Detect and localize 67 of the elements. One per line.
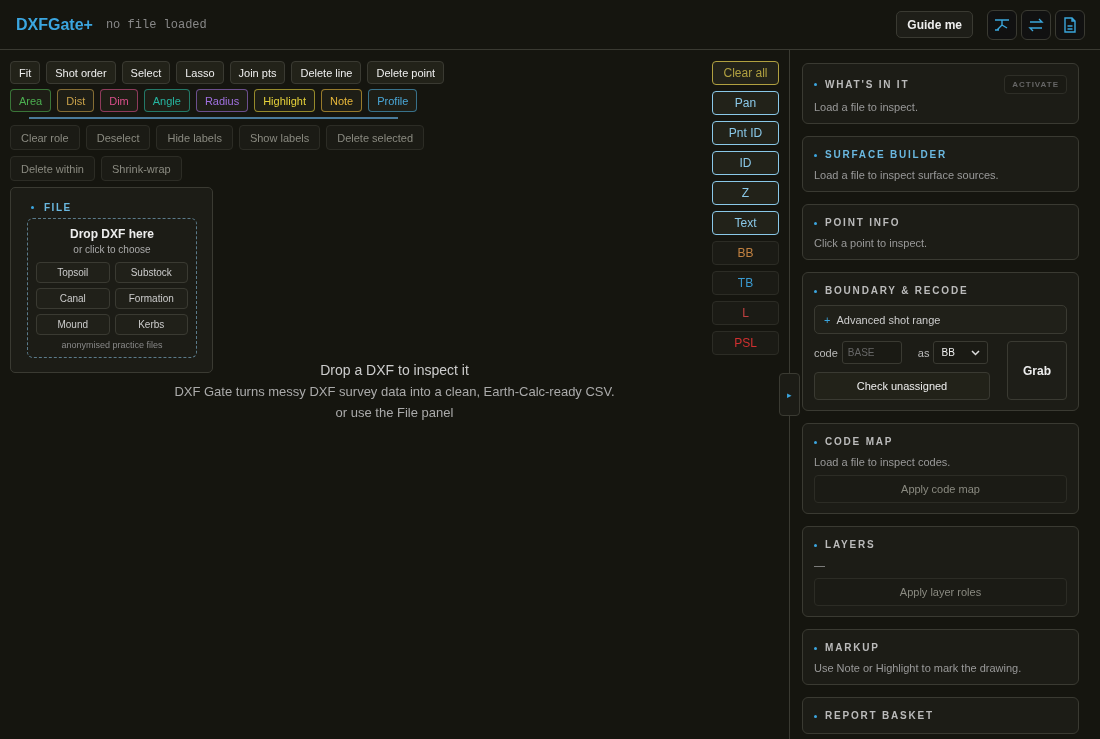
- section-text: Click a point to inspect.: [814, 237, 929, 249]
- tool-button[interactable]: Fit: [10, 61, 41, 84]
- tool-button[interactable]: Join pts: [229, 61, 286, 84]
- measure-tool-button[interactable]: Note: [320, 89, 363, 112]
- drop-hint: or click to choose: [73, 244, 151, 255]
- measure-tool-button[interactable]: Radius: [195, 89, 249, 112]
- apply-button[interactable]: Apply code map: [814, 475, 1067, 503]
- layer-button[interactable]: Pnt ID: [712, 121, 779, 145]
- measure-tool-button[interactable]: Dist: [57, 89, 95, 112]
- file-status: no file loaded: [105, 17, 207, 32]
- code-input[interactable]: BASE: [841, 341, 902, 364]
- check-button[interactable]: Check unassigned: [814, 372, 990, 400]
- tool-button[interactable]: Lasso: [176, 61, 224, 84]
- sample-file-button[interactable]: Formation: [114, 288, 188, 309]
- empty-state-hint: or use the File panel: [335, 405, 454, 420]
- code-label: code: [814, 346, 838, 359]
- panel-toggle[interactable]: ▸: [779, 373, 800, 416]
- section-title: WHAT'S IN IT: [825, 77, 911, 92]
- samples-note: anonymised practice files: [61, 340, 163, 350]
- section-title: REPORT BASKET: [825, 709, 935, 723]
- app-title: DXFGate+: [16, 15, 93, 34]
- layer-button[interactable]: Text: [712, 211, 779, 235]
- chevron-down-icon: [971, 349, 981, 356]
- guide-button[interactable]: Guide me: [896, 11, 973, 38]
- sample-file-button[interactable]: Kerbs: [114, 314, 188, 335]
- layer-button[interactable]: Z: [712, 181, 779, 205]
- section-title: CODE MAP: [825, 435, 895, 449]
- measure-tool-button[interactable]: Highlight: [254, 89, 315, 112]
- sample-file-button[interactable]: Topsoil: [36, 262, 110, 283]
- measure-tool-button[interactable]: Profile: [368, 89, 418, 112]
- apply-button[interactable]: Apply layer roles: [814, 578, 1067, 606]
- plus-icon: +: [824, 313, 831, 326]
- measure-tool-button[interactable]: Dim: [100, 89, 138, 112]
- as-label: as: [917, 346, 930, 359]
- expander-button[interactable]: + Advanced shot range: [814, 305, 1067, 334]
- panel-title: FILE: [44, 202, 72, 213]
- section-title: POINT INFO: [825, 216, 902, 230]
- sample-file-button[interactable]: Canal: [36, 288, 110, 309]
- empty-state-headline: Drop a DXF to inspect it: [320, 362, 469, 378]
- section-text: Load a file to inspect.: [814, 101, 919, 113]
- tool-button[interactable]: Shot order: [46, 61, 116, 84]
- section-title: SURFACE BUILDER: [825, 148, 948, 162]
- layer-button[interactable]: Pan: [712, 91, 779, 115]
- swap-arrows-icon[interactable]: [1021, 9, 1051, 40]
- section-text: Load a file to inspect codes.: [814, 456, 952, 468]
- section-text: —: [814, 559, 826, 571]
- section-text: Use Note or Highlight to mark the drawing.: [814, 662, 1023, 674]
- empty-state-description: DXF Gate turns messy DXF survey data into a clean, Earth-Calc-ready CSV.: [174, 384, 615, 399]
- tool-button[interactable]: Delete point: [367, 61, 445, 84]
- section-text: Load a file to inspect surface sources.: [814, 169, 1000, 181]
- tool-button[interactable]: Delete line: [291, 61, 362, 84]
- section-title: MARKUP: [825, 641, 881, 655]
- sample-file-button[interactable]: Substock: [114, 262, 188, 283]
- section-title: BOUNDARY & RECODE: [825, 284, 970, 298]
- measure-tool-button[interactable]: Angle: [143, 89, 190, 112]
- drop-title: Drop DXF here: [70, 227, 154, 241]
- layer-button[interactable]: ID: [712, 151, 779, 175]
- section-title: LAYERS: [825, 538, 877, 552]
- split-icon[interactable]: [987, 9, 1017, 40]
- grab-button[interactable]: Grab: [1007, 341, 1067, 400]
- document-icon[interactable]: [1055, 9, 1085, 40]
- layer-button[interactable]: Clear all: [712, 61, 779, 85]
- role-select[interactable]: BB: [933, 341, 989, 364]
- sample-file-button[interactable]: Mound: [36, 314, 110, 335]
- drop-zone[interactable]: Drop DXF here or click to choose Topsoil Substock Canal Formation Mound Kerbs anonymised practice files: [27, 218, 197, 358]
- tool-button[interactable]: Select: [121, 61, 171, 84]
- measure-tool-button[interactable]: Area: [10, 89, 52, 112]
